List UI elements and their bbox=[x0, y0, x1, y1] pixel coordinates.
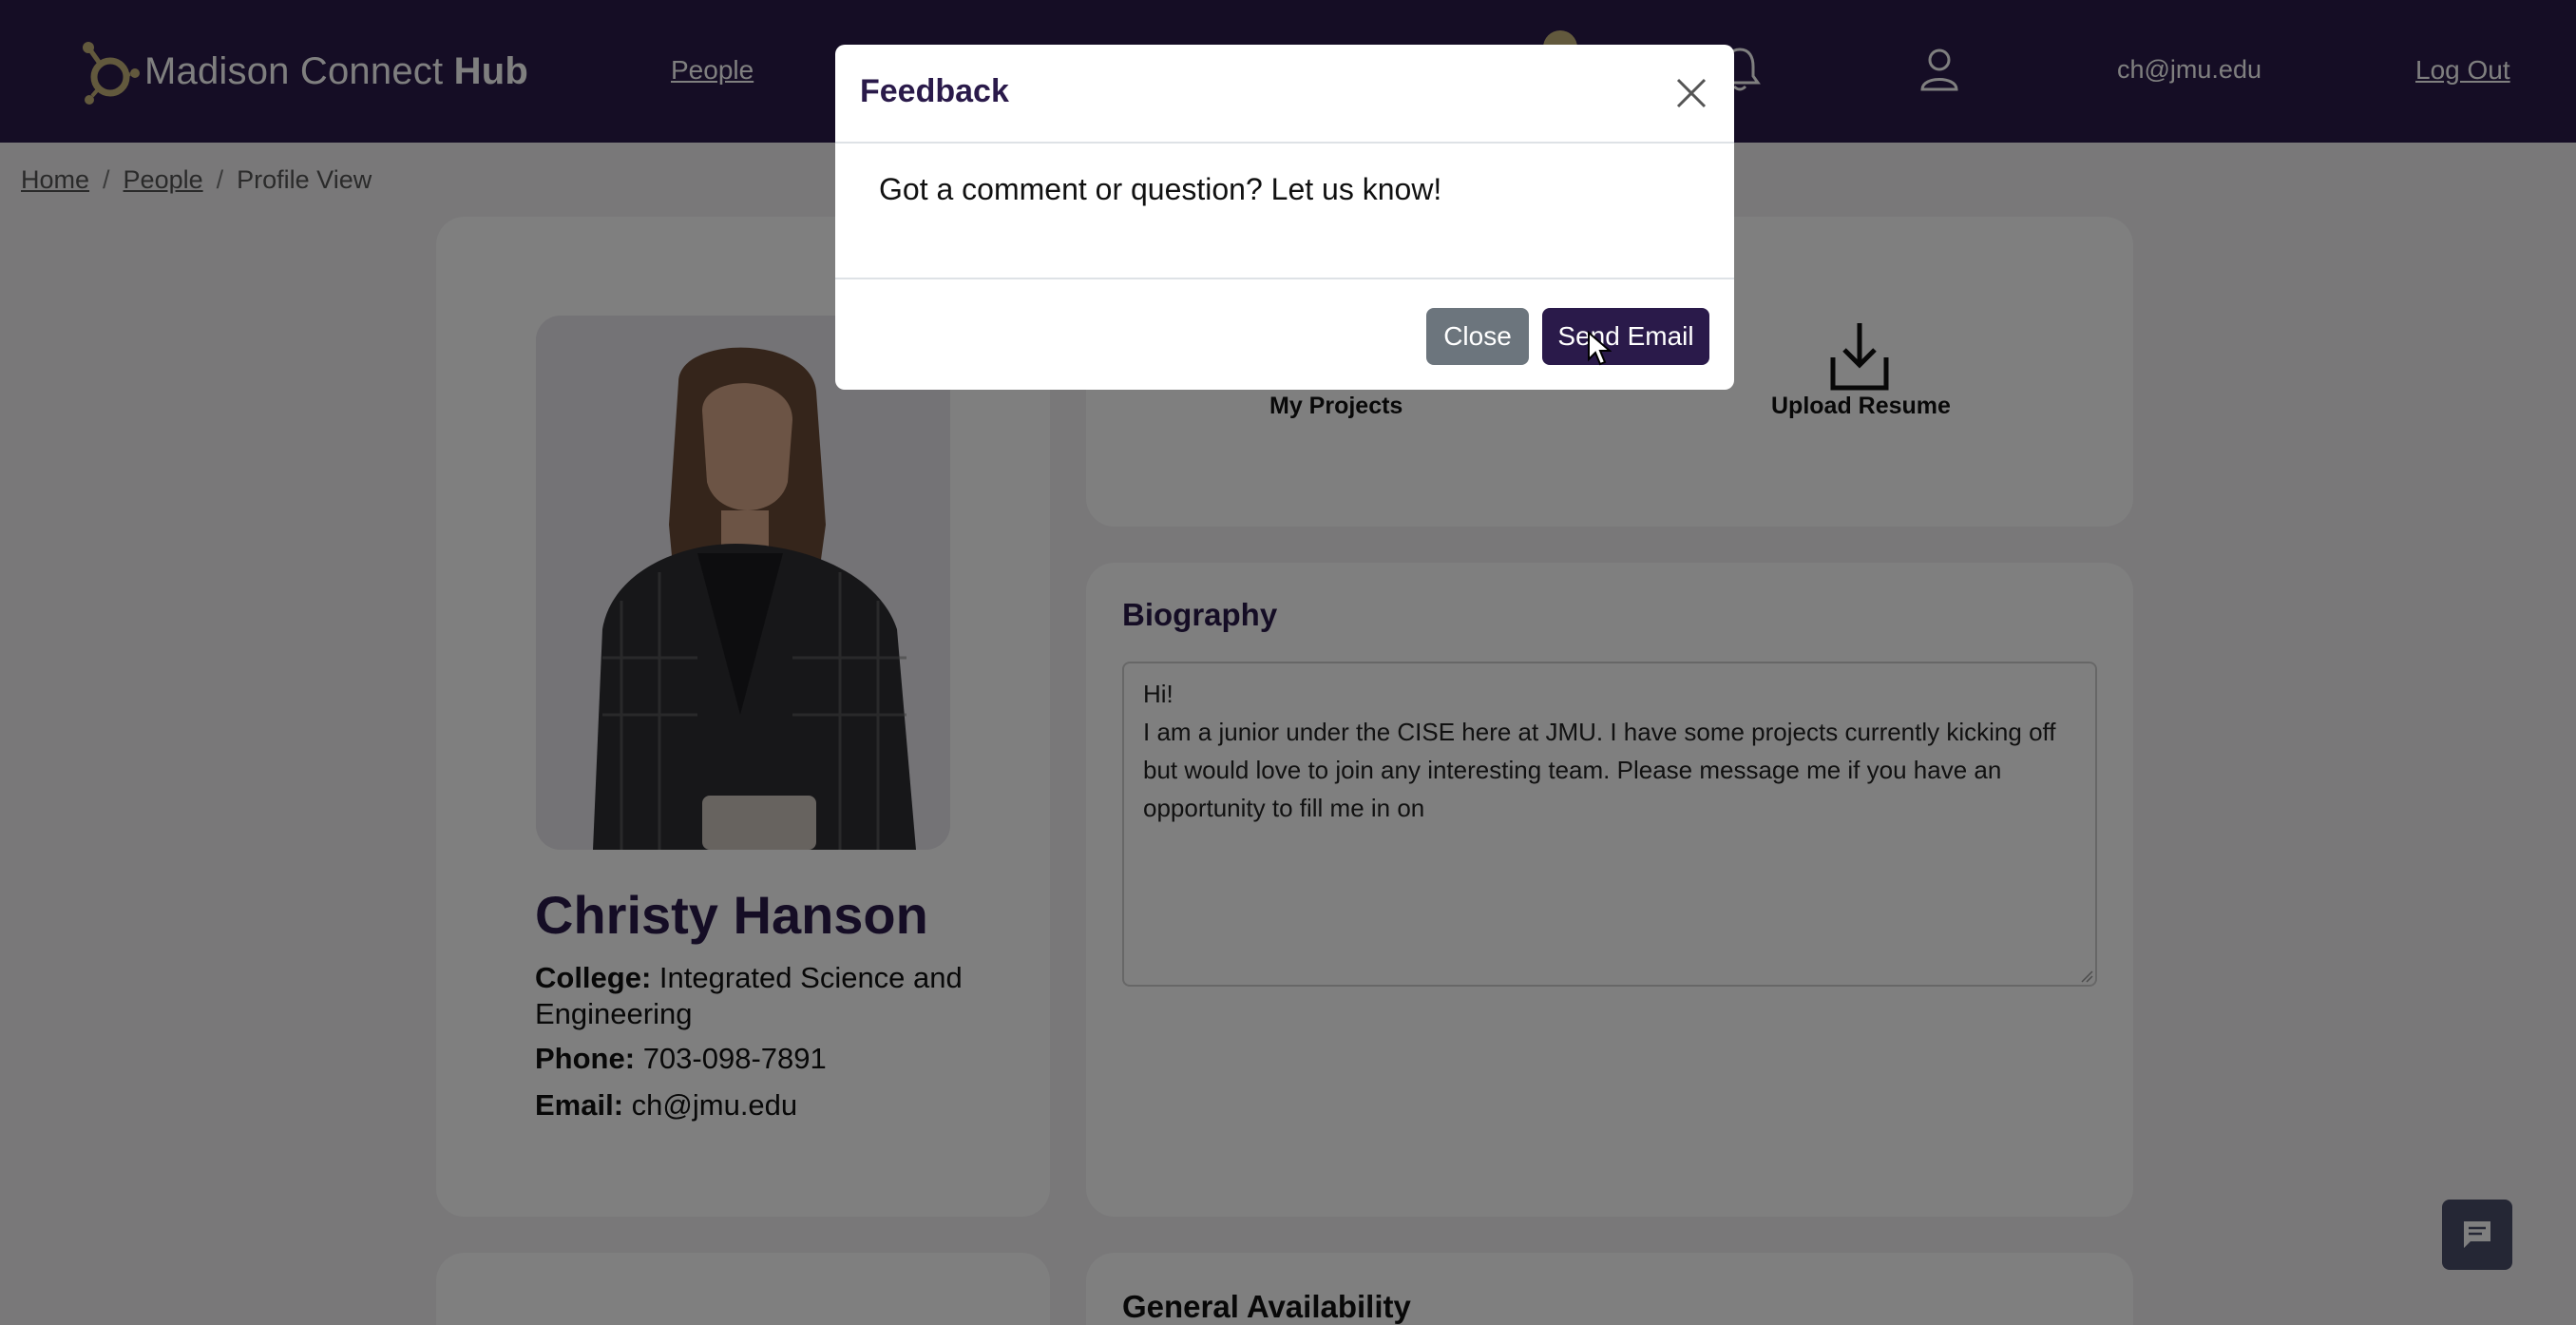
modal-header: Feedback bbox=[835, 45, 1734, 144]
mouse-cursor-icon bbox=[1588, 331, 1612, 366]
close-icon[interactable] bbox=[1675, 77, 1708, 109]
modal-message: Got a comment or question? Let us know! bbox=[879, 172, 1442, 206]
modal-title: Feedback bbox=[860, 73, 1009, 109]
send-email-button[interactable]: Send Email bbox=[1542, 308, 1709, 365]
modal-close-button[interactable]: Close bbox=[1426, 308, 1529, 365]
modal-body: Got a comment or question? Let us know! bbox=[835, 144, 1734, 279]
